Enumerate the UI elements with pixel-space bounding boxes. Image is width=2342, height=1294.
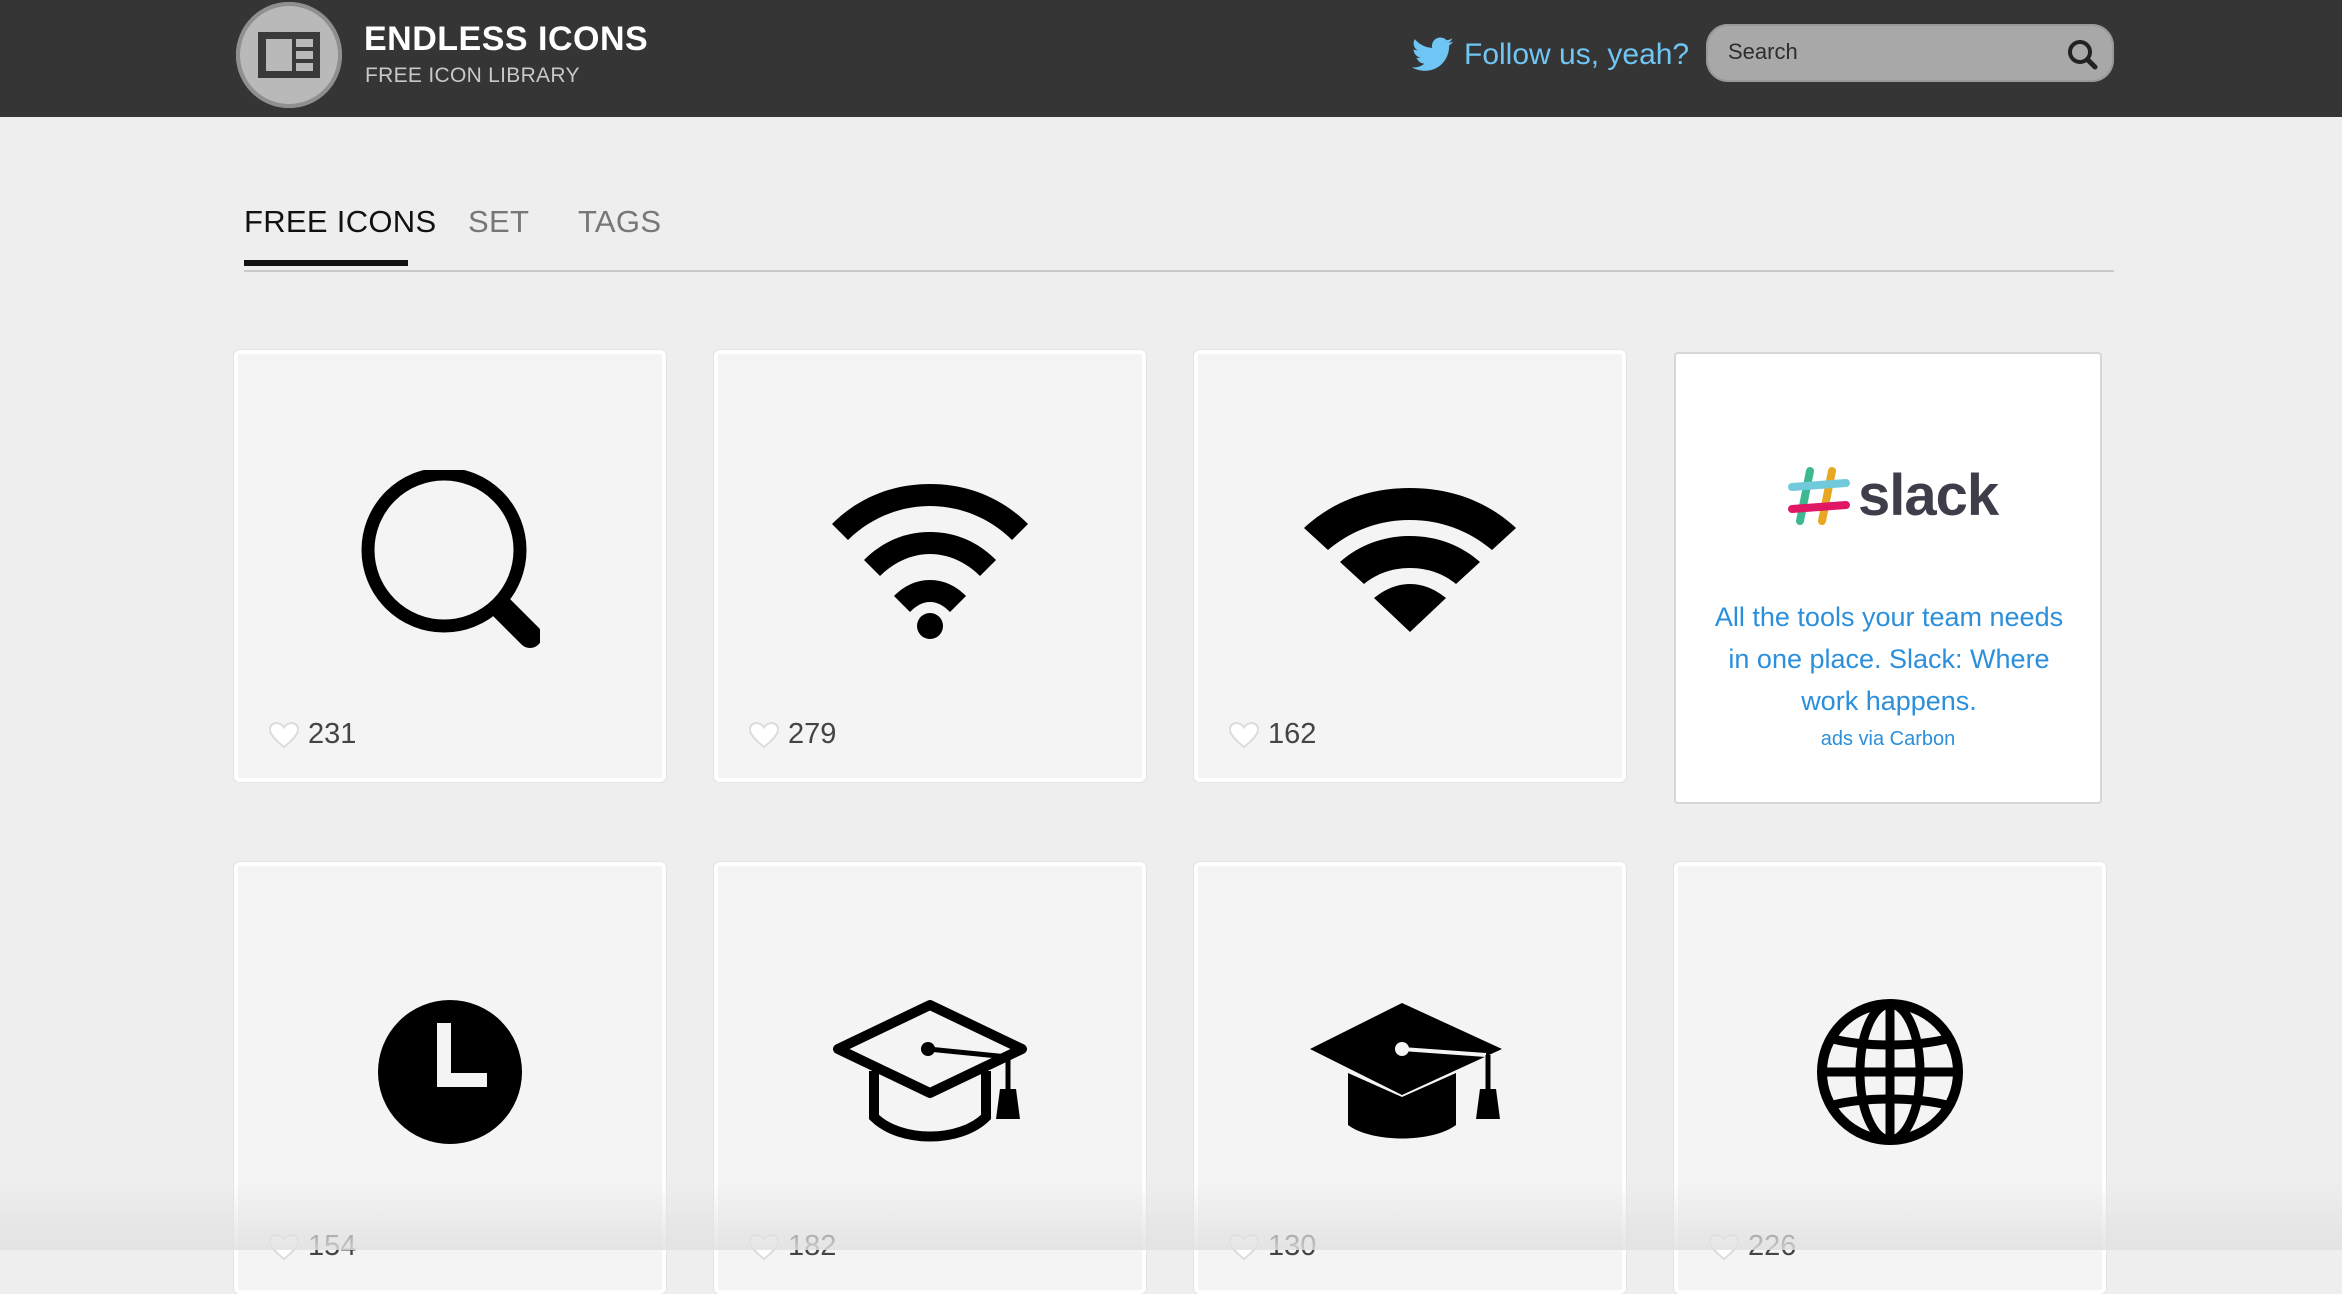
like-count: 154: [308, 1230, 357, 1262]
follow-label: Follow us, yeah?: [1464, 38, 1690, 71]
slack-logo[interactable]: slack: [1788, 462, 1999, 529]
layout-grid-icon: [258, 32, 320, 78]
clock-icon: [378, 1000, 522, 1144]
icon-card-globe[interactable]: 226: [1674, 862, 2106, 1294]
brand-subtitle: FREE ICON LIBRARY: [365, 64, 580, 87]
heart-icon: [268, 1233, 300, 1260]
icon-card-search[interactable]: 231: [234, 350, 666, 782]
like-count: 182: [788, 1230, 837, 1262]
ad-text[interactable]: All the tools your team needs in one pla…: [1706, 596, 2072, 722]
icon-card-graduation[interactable]: 130: [1194, 862, 1626, 1294]
heart-icon: [1228, 1233, 1260, 1260]
like-counter[interactable]: 226: [1708, 1230, 1796, 1263]
search-input[interactable]: [1728, 32, 2048, 72]
icon-card-wifi-filled[interactable]: 162: [1194, 350, 1626, 782]
icon-card-clock[interactable]: 154: [234, 862, 666, 1294]
heart-icon: [1708, 1233, 1740, 1260]
twitter-bird-icon: [1412, 37, 1454, 71]
tab-tags[interactable]: TAGS: [578, 204, 661, 240]
ads-via-carbon-link[interactable]: ads via Carbon: [1676, 728, 2100, 751]
search-icon: [361, 470, 540, 648]
like-counter[interactable]: 162: [1228, 718, 1316, 751]
heart-icon: [748, 721, 780, 748]
heart-icon: [748, 1233, 780, 1260]
wifi-icon: [832, 484, 1028, 639]
heart-icon: [1228, 721, 1260, 748]
icon-card-graduation-outline[interactable]: 182: [714, 862, 1146, 1294]
twitter-follow-link[interactable]: Follow us, yeah?: [1412, 30, 1689, 80]
like-count: 130: [1268, 1230, 1317, 1262]
tab-bar: FREE ICONS SET TAGS: [244, 196, 2114, 272]
icon-card-wifi[interactable]: 279: [714, 350, 1146, 782]
search-box: [1706, 24, 2114, 82]
like-count: 226: [1748, 1230, 1797, 1262]
heart-icon: [268, 721, 300, 748]
like-counter[interactable]: 231: [268, 718, 356, 751]
like-count: 231: [308, 718, 357, 750]
like-counter[interactable]: 130: [1228, 1230, 1316, 1263]
like-count: 279: [788, 718, 837, 750]
wifi-filled-icon: [1304, 488, 1516, 632]
carbon-ad: slack All the tools your team needs in o…: [1674, 352, 2102, 804]
site-logo[interactable]: [236, 2, 342, 108]
slack-wordmark: slack: [1858, 463, 1999, 528]
like-counter[interactable]: 154: [268, 1230, 356, 1263]
graduation-cap-outline-icon: [833, 1000, 1027, 1142]
active-tab-indicator: [244, 260, 408, 266]
tab-free-icons[interactable]: FREE ICONS: [244, 204, 436, 240]
top-bar: ENDLESS ICONS FREE ICON LIBRARY Follow u…: [0, 0, 2342, 117]
like-count: 162: [1268, 718, 1317, 750]
tab-set[interactable]: SET: [468, 204, 529, 240]
like-counter[interactable]: 279: [748, 718, 836, 751]
search-icon[interactable]: [2066, 38, 2098, 70]
globe-icon: [1817, 999, 1963, 1145]
brand-title[interactable]: ENDLESS ICONS: [364, 20, 648, 59]
like-counter[interactable]: 182: [748, 1230, 836, 1263]
graduation-cap-icon: [1310, 1003, 1502, 1139]
slack-hash-icon: [1788, 466, 1850, 525]
